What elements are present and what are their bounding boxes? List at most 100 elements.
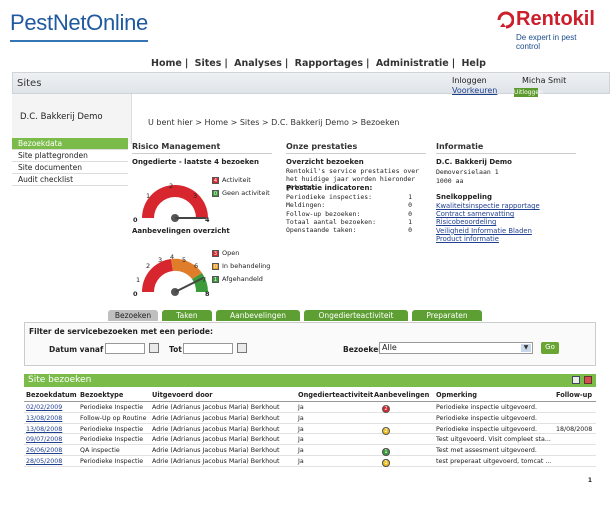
nav-home[interactable]: Home bbox=[151, 58, 182, 69]
calendar-from-icon[interactable] bbox=[149, 343, 159, 353]
sidebar-item-documenten[interactable]: Site documenten bbox=[12, 162, 128, 174]
visit-type: Periodieke Inspectie bbox=[80, 425, 144, 433]
indicator-row: Meldingen: 0 bbox=[286, 201, 426, 209]
preferences-link[interactable]: Voorkeuren bbox=[452, 86, 497, 95]
performance-divider bbox=[286, 153, 426, 154]
date-to-input[interactable] bbox=[183, 343, 233, 354]
col-uitgevoerd-door[interactable]: Uitgevoerd door bbox=[152, 391, 213, 399]
follow-up-date: 18/08/2008 bbox=[556, 425, 593, 433]
nav-administratie[interactable]: Administratie bbox=[376, 58, 449, 69]
col-follow-up[interactable]: Follow-up bbox=[556, 391, 592, 399]
gauge-red-arc bbox=[142, 185, 208, 218]
pest-activity: Ja bbox=[298, 404, 304, 411]
visit-date-link[interactable]: 09/07/2008 bbox=[26, 436, 62, 443]
rentokil-wordmark: Rentokil bbox=[516, 8, 595, 30]
col-bezoekdatum[interactable]: Bezoekdatum bbox=[26, 391, 77, 399]
nav-analyses[interactable]: Analyses bbox=[234, 58, 282, 69]
gauge1-tick-0: 0 bbox=[133, 216, 138, 224]
visit-date-link[interactable]: 13/08/2008 bbox=[26, 415, 62, 422]
info-address-line2: 1000 aa bbox=[436, 177, 464, 185]
link-kwaliteitsinspectie[interactable]: Kwaliteitsinspectie rapportage bbox=[436, 202, 540, 210]
legend-activiteit-count: 4 bbox=[212, 176, 219, 184]
page-number[interactable]: 1 bbox=[588, 477, 592, 484]
filter-title: Filter de servicebezoeken met een period… bbox=[29, 327, 213, 336]
performed-by: Adrie (Adrianus Jacobus Maria) Berkhout bbox=[152, 447, 280, 455]
risk-divider bbox=[132, 153, 272, 154]
visit-type-select[interactable]: Alle ▼ bbox=[379, 342, 533, 354]
info-divider bbox=[436, 153, 576, 154]
indicator-label: Openstaande taken: bbox=[286, 226, 357, 235]
chevron-down-icon[interactable]: ▼ bbox=[521, 344, 531, 352]
link-veiligheid-informatie[interactable]: Veiligheid Informatie Bladen bbox=[436, 227, 540, 235]
visit-date-link[interactable]: 28/05/2008 bbox=[26, 458, 62, 465]
indicator-label: Meldingen: bbox=[286, 201, 326, 210]
tab-aanbevelingen[interactable]: Aanbevelingen bbox=[216, 310, 300, 321]
table-row[interactable]: 28/05/2008 Periodieke Inspectie Adrie (Adr… bbox=[24, 456, 596, 467]
performance-title: Onze prestaties bbox=[286, 142, 358, 151]
legend-afgehandeld-count: 1 bbox=[212, 275, 219, 283]
date-from-input[interactable] bbox=[105, 343, 145, 354]
indicator-value: 0 bbox=[408, 226, 412, 235]
quick-links-title: Snelkoppeling bbox=[436, 193, 493, 201]
link-product-informatie[interactable]: Product informatie bbox=[436, 235, 540, 243]
legend-afgehandeld: 1 Afgehandeld bbox=[212, 275, 263, 283]
pest-activity: Ja bbox=[298, 436, 304, 444]
export-pdf-icon[interactable] bbox=[584, 376, 592, 384]
gauge2-tick-0: 0 bbox=[133, 290, 138, 298]
gauge2-tick-8: 8 bbox=[205, 290, 210, 298]
indicator-row: Openstaande taken: 0 bbox=[286, 226, 426, 234]
col-aanbevelingen[interactable]: Aanbevelingen bbox=[374, 391, 429, 399]
tab-bezoeken[interactable]: Bezoeken bbox=[108, 310, 158, 321]
sidebar-item-bezoekdata[interactable]: Bezoekdata bbox=[12, 138, 128, 150]
legend-activiteit-label: Activiteit bbox=[222, 176, 251, 184]
filter-panel: Filter de servicebezoeken met een period… bbox=[24, 322, 596, 366]
date-from-label: Datum vanaf bbox=[49, 345, 104, 354]
remark: Test met assesment uitgevoerd. bbox=[436, 447, 537, 455]
visit-date-link[interactable]: 26/06/2008 bbox=[26, 447, 62, 454]
top-navigation: Home | Sites | Analyses | Rapportages | Admi… bbox=[151, 58, 486, 69]
table-header-row: Bezoekdatum Bezoektype Uitgevoerd door O… bbox=[24, 389, 596, 402]
visit-type-label: Bezoeken bbox=[343, 345, 384, 354]
link-contract-samenvatting[interactable]: Contract samenvatting bbox=[436, 210, 540, 218]
table-row[interactable]: 13/08/2008 Follow-Up op Routine Adrie (Adr… bbox=[24, 413, 596, 424]
pestnetonline-logo[interactable]: PestNetOnline bbox=[10, 10, 148, 42]
logo-text: PestNetOnline bbox=[10, 10, 148, 35]
col-opmerking[interactable]: Opmerking bbox=[436, 391, 477, 399]
table-row[interactable]: 09/07/2008 Periodieke Inspectie Adrie (Adr… bbox=[24, 434, 596, 446]
link-risicobeoordeling[interactable]: Risicobeoordeling bbox=[436, 218, 540, 226]
visit-date-link[interactable]: 13/08/2008 bbox=[26, 426, 62, 433]
site-visits-header: Site bezoeken bbox=[24, 374, 596, 387]
nav-sites[interactable]: Sites bbox=[195, 58, 222, 69]
tab-taken[interactable]: Taken bbox=[162, 310, 212, 321]
gauge2-tick-1: 1 bbox=[136, 276, 141, 284]
gauge1-tick-2: 2 bbox=[169, 182, 174, 190]
visit-type: Periodieke Inspectie bbox=[80, 457, 144, 465]
col-bezoektype[interactable]: Bezoektype bbox=[80, 391, 123, 399]
sidebar-item-audit-checklist[interactable]: Audit checklist bbox=[12, 174, 128, 186]
go-button[interactable]: Go bbox=[541, 342, 559, 354]
logout-button[interactable]: Uitloggen bbox=[514, 88, 543, 97]
sidebar-item-plattegronden[interactable]: Site plattegronden bbox=[12, 150, 128, 162]
visit-date-link[interactable]: 02/02/2009 bbox=[26, 404, 62, 411]
indicator-value: 0 bbox=[408, 209, 412, 218]
calendar-to-icon[interactable] bbox=[237, 343, 247, 353]
indicators-title: Prestatie indicatoren: bbox=[286, 184, 373, 192]
table-row[interactable]: 13/08/2008 Periodieke Inspectie Adrie (Adr… bbox=[24, 424, 596, 435]
client-name: D.C. Bakkerij Demo bbox=[20, 112, 103, 122]
tab-preparaten[interactable]: Preparaten bbox=[412, 310, 482, 321]
export-excel-icon[interactable] bbox=[572, 376, 580, 384]
gauge2-tick-5: 5 bbox=[182, 256, 187, 264]
legend-in-behandeling-count: 0 bbox=[212, 262, 219, 270]
legend-geen-activiteit: 0 Geen activiteit bbox=[212, 189, 270, 197]
table-row[interactable]: 02/02/2009 Periodieke Inspectie Adrie (Adr… bbox=[24, 402, 596, 413]
nav-help[interactable]: Help bbox=[461, 58, 485, 69]
col-ongedierteactiviteit[interactable]: Ongedierteactiviteit bbox=[298, 391, 373, 399]
legend-in-behandeling-label: In behandeling bbox=[222, 262, 271, 270]
nav-rapportages[interactable]: Rapportages bbox=[295, 58, 363, 69]
quick-links: Kwaliteitsinspectie rapportage Contract … bbox=[436, 202, 540, 243]
remark: Periodieke inspectie uitgevoerd. bbox=[436, 404, 538, 411]
table-row[interactable]: 26/06/2008 QA inspectie Adrie (Adrianus Ja… bbox=[24, 445, 596, 457]
remark: Periodieke inspectie uitgevoerd. bbox=[436, 425, 538, 433]
date-to-label: Tot bbox=[169, 345, 182, 354]
tab-ongedierteactiviteit[interactable]: Ongedierteactiviteit bbox=[304, 310, 408, 321]
